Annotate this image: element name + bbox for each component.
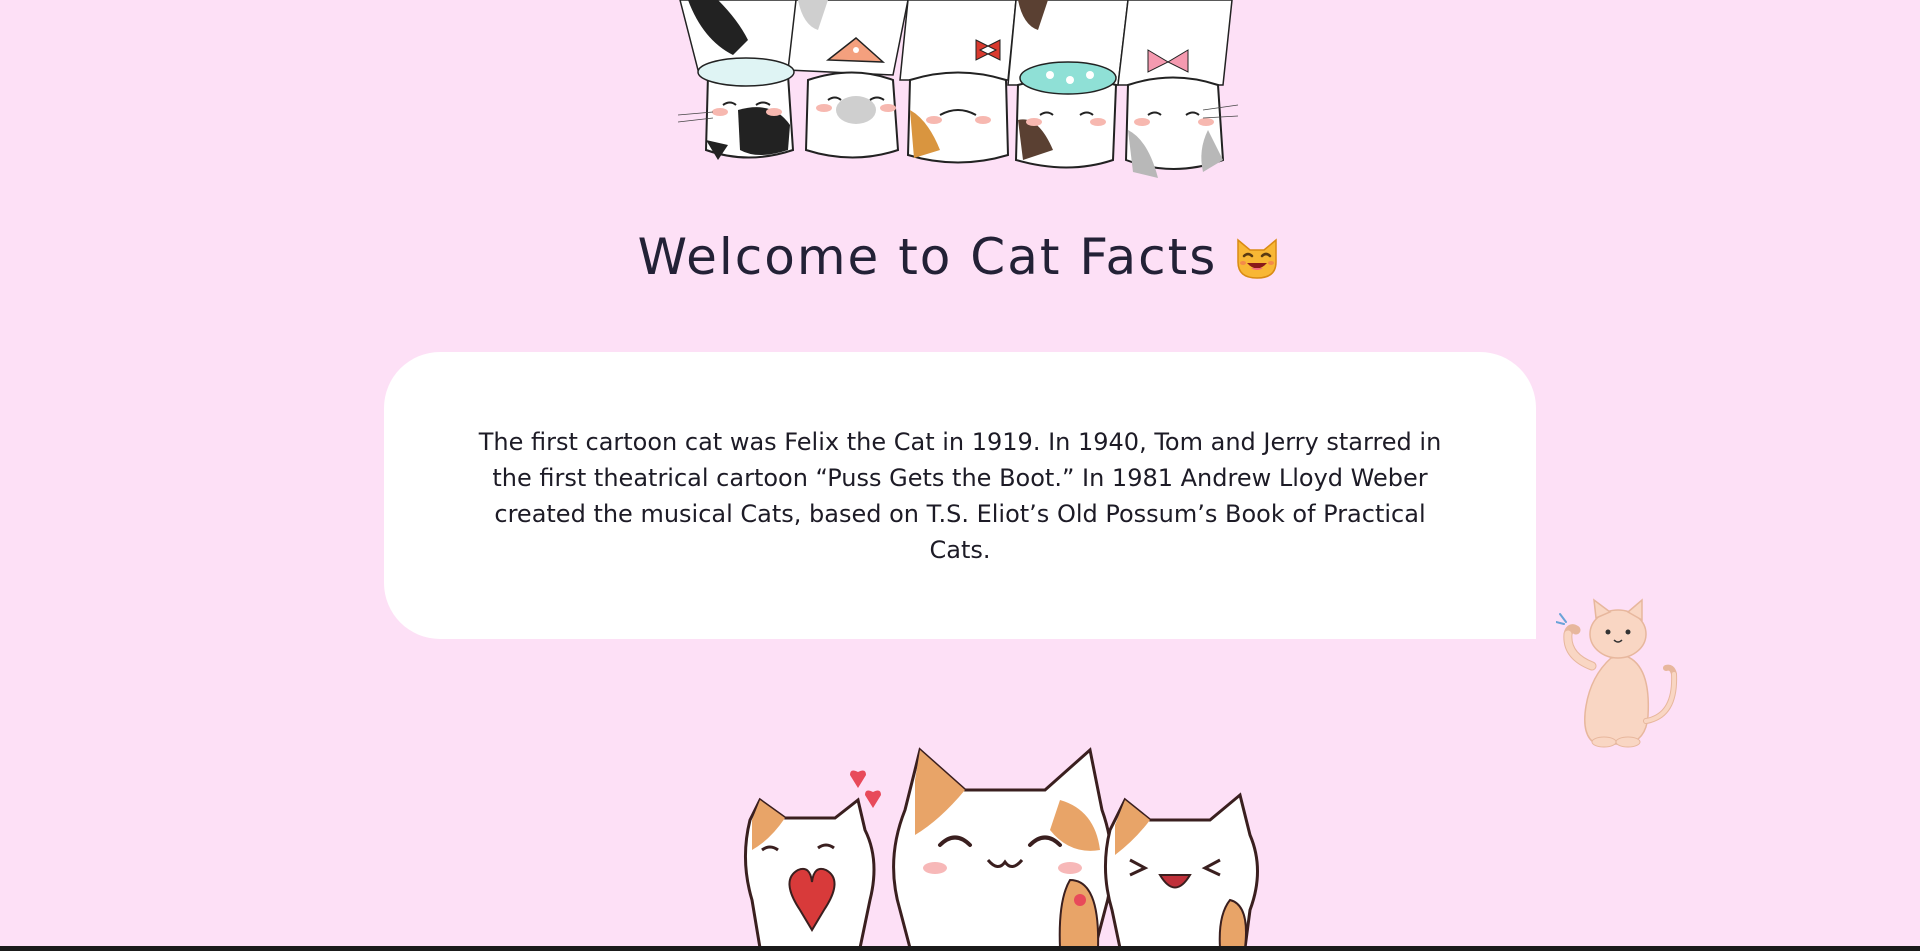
fact-text: The first cartoon cat was Felix the Cat … bbox=[478, 427, 1442, 564]
fact-card: The first cartoon cat was Felix the Cat … bbox=[384, 352, 1536, 639]
top-cats-illustration bbox=[678, 0, 1238, 178]
page-title: Welcome to Cat Facts bbox=[637, 228, 1218, 286]
bottom-cats-illustration bbox=[744, 747, 1259, 948]
window-bottom-border bbox=[0, 946, 1920, 951]
page: Welcome to Cat Facts The first cartoon c… bbox=[0, 0, 1920, 951]
smiling-cat-emoji-icon bbox=[1237, 238, 1278, 279]
waving-cat-illustration bbox=[1556, 598, 1678, 748]
title-row: Welcome to Cat Facts bbox=[0, 228, 1920, 286]
